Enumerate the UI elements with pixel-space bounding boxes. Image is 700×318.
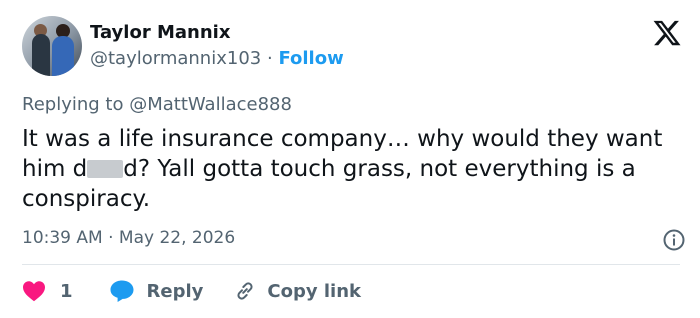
- replying-to: Replying to @MattWallace888: [22, 94, 292, 115]
- divider: [22, 264, 680, 265]
- redaction-blur: [87, 160, 124, 178]
- like-button[interactable]: 1: [22, 280, 109, 302]
- action-bar: 1 Reply Copy link: [22, 276, 361, 306]
- heart-icon: [23, 281, 45, 302]
- tweet-date: May 22, 2026: [118, 228, 236, 248]
- info-icon[interactable]: [662, 228, 686, 252]
- author-handle-row: @taylormannix103 · Follow: [90, 48, 344, 69]
- meta-separator: ·: [108, 228, 114, 248]
- replying-mention[interactable]: @MattWallace888: [129, 94, 292, 115]
- link-icon: [237, 282, 253, 300]
- tweet-time: 10:39 AM: [22, 228, 103, 248]
- handle-separator: ·: [266, 48, 273, 69]
- reply-bubble-icon: [110, 280, 134, 302]
- tweet-timestamp[interactable]: 10:39 AM · May 22, 2026: [22, 228, 235, 248]
- x-logo-icon[interactable]: [652, 18, 682, 48]
- copy-link-button[interactable]: Copy link: [233, 279, 361, 303]
- copy-link-label: Copy link: [267, 280, 361, 302]
- follow-button[interactable]: Follow: [278, 48, 343, 69]
- avatar[interactable]: [22, 16, 82, 76]
- author-handle[interactable]: @taylormannix103: [90, 48, 261, 69]
- replying-prefix: Replying to: [22, 94, 124, 115]
- tweet-header: Taylor Mannix @taylormannix103 · Follow: [22, 16, 682, 78]
- tweet-text: It was a life insurance company… why wou…: [22, 124, 682, 214]
- like-count: 1: [60, 280, 73, 302]
- reply-label: Reply: [146, 280, 204, 302]
- author-name[interactable]: Taylor Mannix: [90, 22, 230, 43]
- reply-button[interactable]: Reply: [109, 279, 234, 303]
